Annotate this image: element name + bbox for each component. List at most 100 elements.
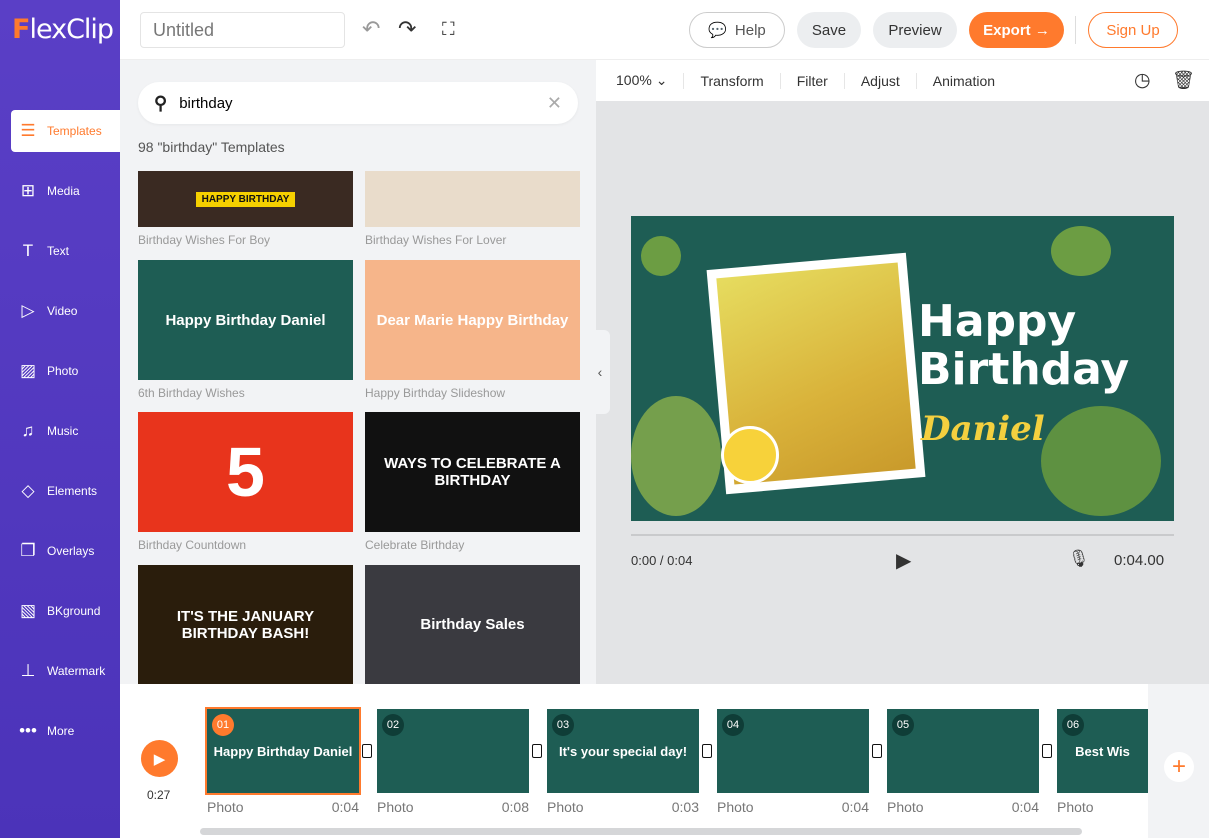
sidebar-item-video[interactable]: ▷ Video <box>11 290 120 332</box>
timeline-scrollbar[interactable] <box>200 828 1082 835</box>
template-thumbnail[interactable]: Happy Birthday Daniel <box>138 260 353 380</box>
music-icon: ♫ <box>21 421 35 440</box>
animation-button[interactable]: Animation <box>915 72 1011 89</box>
sidebar-item-text[interactable]: T Text <box>11 230 120 272</box>
zoom-select[interactable]: 100% ⌄ <box>596 72 683 89</box>
layers-icon: ☰ <box>20 121 36 140</box>
clip-thumbnail[interactable]: 03 It's your special day! <box>547 709 699 793</box>
transition-button[interactable] <box>1042 744 1052 758</box>
adjust-button[interactable]: Adjust <box>843 72 916 89</box>
clock-icon[interactable]: ◷ <box>1134 69 1151 92</box>
add-clip-button[interactable]: + <box>1164 752 1194 782</box>
play-icon[interactable]: ▶ <box>896 548 911 573</box>
redo-icon[interactable]: ↷ <box>398 16 416 42</box>
divider <box>1075 16 1076 44</box>
video-canvas[interactable]: Happy Birthday Daniel <box>631 216 1174 521</box>
clip-number: 05 <box>892 714 914 736</box>
clip-thumbnail[interactable]: 01 Happy Birthday Daniel <box>205 707 361 795</box>
timeline-clip[interactable]: 04 Photo 0:04 <box>717 709 869 815</box>
template-thumbnail[interactable]: Dear Marie Happy Birthday <box>365 260 580 380</box>
sidebar-item-label: Media <box>47 184 80 198</box>
template-card[interactable]: HAPPY BIRTHDAY Birthday Wishes For Boy <box>138 171 353 247</box>
save-button[interactable]: Save <box>797 12 861 48</box>
template-card[interactable]: IT'S THE JANUARY BIRTHDAY BASH! <box>138 565 353 690</box>
clip-type: Photo <box>1057 799 1094 815</box>
play-all-button[interactable]: ▶ <box>141 740 178 777</box>
sidebar-item-templates[interactable]: ☰ Templates <box>11 110 120 152</box>
preview-button[interactable]: Preview <box>873 12 957 48</box>
flexclip-logo[interactable]: FlexClip <box>12 14 114 45</box>
sidebar-item-label: Overlays <box>47 544 95 558</box>
total-duration: 0:27 <box>147 788 171 802</box>
text-icon: T <box>22 241 34 260</box>
clip-number: 02 <box>382 714 404 736</box>
sidebar-item-label: Elements <box>47 484 98 498</box>
template-thumbnail[interactable]: 5 <box>138 412 353 532</box>
trash-icon[interactable]: 🗑 <box>1172 70 1195 91</box>
templates-panel: ⚲ ✕ 98 "birthday" Templates HAPPY BIRTHD… <box>120 60 596 684</box>
clip-thumbnail[interactable]: 04 <box>717 709 869 793</box>
collapse-panel-button[interactable]: ‹ <box>590 330 610 414</box>
export-button[interactable]: Export → <box>969 12 1064 48</box>
template-card[interactable]: Dear Marie Happy Birthday Happy Birthday … <box>365 260 580 400</box>
timeline-clip[interactable]: 03 It's your special day! Photo 0:03 <box>547 709 699 815</box>
background-icon: ▧ <box>19 601 37 620</box>
canvas-title[interactable]: Happy Birthday <box>918 298 1129 394</box>
project-title-input[interactable] <box>140 12 345 48</box>
sidebar-item-media[interactable]: ⊞ Media <box>11 170 120 212</box>
transition-button[interactable] <box>362 744 372 758</box>
microphone-icon[interactable]: 🎙 <box>1068 549 1090 569</box>
transform-button[interactable]: Transform <box>683 72 779 89</box>
template-card[interactable]: Happy Birthday Daniel 6th Birthday Wishes <box>138 260 353 400</box>
sidebar-item-label: Text <box>47 244 70 258</box>
sidebar-item-more[interactable]: ••• More <box>11 710 120 752</box>
clip-thumbnail[interactable]: 06 Best Wis <box>1057 709 1148 793</box>
clip-thumbnail[interactable]: 02 <box>377 709 529 793</box>
template-thumbnail[interactable]: IT'S THE JANUARY BIRTHDAY BASH! <box>138 565 353 684</box>
template-card[interactable]: WAYS TO CELEBRATE A BIRTHDAY Celebrate Bi… <box>365 412 580 552</box>
sidebar-item-overlays[interactable]: ❐ Overlays <box>11 530 120 572</box>
template-label: Birthday Wishes For Lover <box>365 233 507 247</box>
template-thumbnail[interactable]: WAYS TO CELEBRATE A BIRTHDAY <box>365 412 580 532</box>
timeline-clip[interactable]: 01 Happy Birthday Daniel Photo 0:04 <box>205 707 361 815</box>
undo-icon[interactable]: ↶ <box>362 16 380 42</box>
template-label: 6th Birthday Wishes <box>138 386 245 400</box>
sidebar-item-photo[interactable]: ▨ Photo <box>11 350 120 392</box>
top-bar: ↶ ↷ ⛶ 💬Help Save Preview Export → Sign U… <box>120 0 1209 60</box>
clip-duration: 0:04 <box>1011 799 1039 815</box>
elements-icon: ◇ <box>21 481 35 500</box>
template-thumbnail[interactable] <box>365 171 580 227</box>
clear-icon[interactable]: ✕ <box>547 93 562 114</box>
template-card[interactable]: Birthday Sales <box>365 565 580 690</box>
template-card[interactable]: Birthday Wishes For Lover <box>365 171 580 247</box>
search-input[interactable] <box>179 94 547 112</box>
fullscreen-icon[interactable]: ⛶ <box>442 19 455 40</box>
sidebar-item-elements[interactable]: ◇ Elements <box>11 470 120 512</box>
clip-duration[interactable]: 0:04.00 <box>1114 552 1164 569</box>
sidebar-item-music[interactable]: ♫ Music <box>11 410 120 452</box>
clip-type: Photo <box>717 799 754 815</box>
preview-stage: Happy Birthday Daniel 0:00 / 0:04 ▶ 🎙 0:0… <box>596 101 1209 684</box>
timeline-clip[interactable]: 02 Photo 0:08 <box>377 709 529 815</box>
leaf-decoration <box>1041 406 1161 516</box>
sidebar-item-bkground[interactable]: ▧ BKground <box>11 590 120 632</box>
template-thumbnail[interactable]: HAPPY BIRTHDAY <box>138 171 353 227</box>
filter-button[interactable]: Filter <box>779 72 844 89</box>
transition-button[interactable] <box>532 744 542 758</box>
sign-up-button[interactable]: Sign Up <box>1088 12 1178 48</box>
transition-button[interactable] <box>702 744 712 758</box>
clip-type: Photo <box>207 799 244 815</box>
template-card[interactable]: 5 Birthday Countdown <box>138 412 353 552</box>
sidebar-item-watermark[interactable]: ⊥ Watermark <box>11 650 120 692</box>
template-thumbnail[interactable]: Birthday Sales <box>365 565 580 684</box>
clip-thumbnail[interactable]: 05 <box>887 709 1039 793</box>
sidebar: FlexClip ☰ Templates ⊞ Media T Text ▷ Video ▨ Pho… <box>0 0 120 838</box>
help-button[interactable]: 💬 Help <box>689 12 785 48</box>
playback-progress[interactable] <box>631 534 1174 536</box>
search-bar: ⚲ ✕ <box>138 82 578 124</box>
timeline-end: + <box>1148 684 1209 838</box>
transition-button[interactable] <box>872 744 882 758</box>
timeline-clip[interactable]: 06 Best Wis Photo <box>1057 709 1148 815</box>
canvas-name[interactable]: Daniel <box>921 409 1045 449</box>
timeline-clip[interactable]: 05 Photo 0:04 <box>887 709 1039 815</box>
